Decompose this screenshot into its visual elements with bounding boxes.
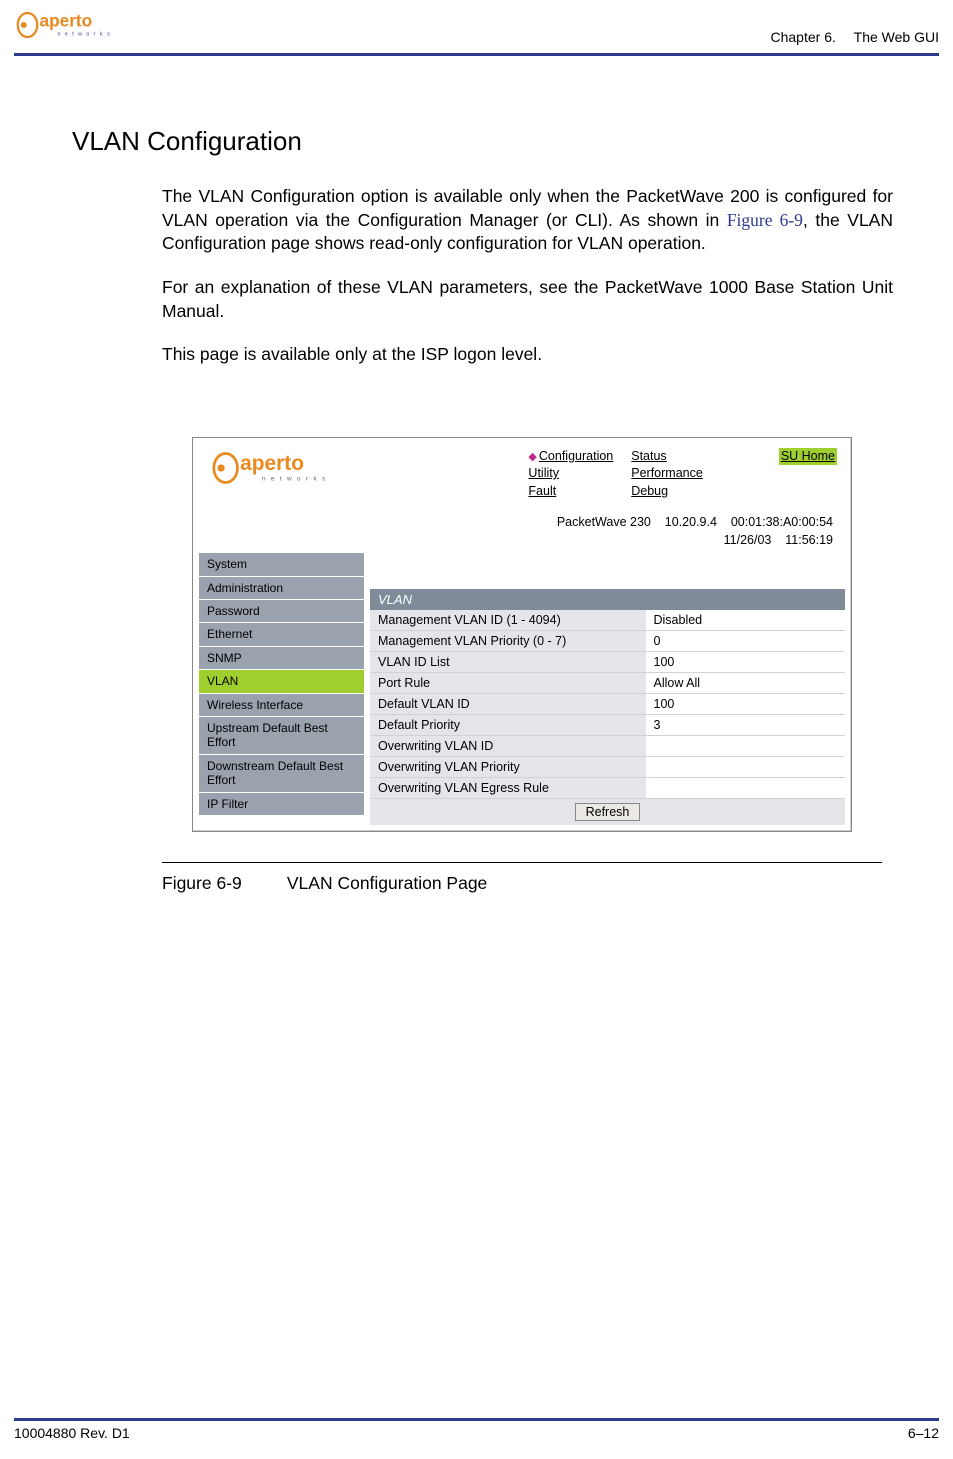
figure-caption: Figure 6-9 VLAN Configuration Page	[162, 873, 893, 894]
svg-text:n e t w o r k s: n e t w o r k s	[262, 475, 327, 482]
gui-sidebar: System Administration Password Ethernet …	[199, 553, 364, 825]
footer-page-number: 6–12	[908, 1425, 939, 1441]
vlan-row: Overwriting VLAN Egress Rule	[370, 778, 845, 799]
refresh-row: Refresh	[370, 799, 845, 825]
figure-rule	[162, 862, 882, 863]
vlan-row-label: Overwriting VLAN ID	[370, 736, 646, 756]
figure-reference-link[interactable]: Figure 6-9	[727, 210, 803, 230]
nav-link-su-home[interactable]: SU Home	[779, 448, 837, 466]
status-date: 11/26/03	[724, 533, 772, 547]
vlan-row-value	[646, 757, 846, 777]
status-mac: 00:01:38:A0:00:54	[731, 515, 833, 529]
aperto-logo-top: aperto n e t w o r k s	[14, 8, 134, 47]
vlan-row: VLAN ID List 100	[370, 652, 845, 673]
section-title: VLAN Configuration	[72, 126, 893, 157]
vlan-row: Management VLAN ID (1 - 4094) Disabled	[370, 610, 845, 631]
vlan-row-value: Disabled	[646, 610, 846, 630]
embedded-gui-screenshot: aperto n e t w o r k s ◆Configuration Ut…	[192, 437, 852, 833]
svg-text:n e t w o r k s: n e t w o r k s	[58, 32, 112, 38]
vlan-row-label: Port Rule	[370, 673, 646, 693]
nav-link-configuration[interactable]: Configuration	[539, 449, 613, 463]
sidebar-item-wireless-interface[interactable]: Wireless Interface	[199, 694, 364, 717]
status-ip: 10.20.9.4	[665, 515, 717, 529]
nav-col-1: ◆Configuration Utility Fault	[528, 448, 613, 501]
sidebar-item-vlan[interactable]: VLAN	[199, 670, 364, 693]
vlan-row-value	[646, 736, 846, 756]
vlan-row-value	[646, 778, 846, 798]
sidebar-item-downstream-default-best-effort[interactable]: Downstream Default Best Effort	[199, 755, 364, 793]
vlan-panel-header: VLAN	[370, 589, 845, 610]
chapter-title: The Web GUI	[854, 29, 939, 45]
nav-link-status[interactable]: Status	[631, 448, 703, 466]
figure-number: Figure 6-9	[162, 873, 282, 894]
aperto-logo-gui: aperto n e t w o r k s	[207, 448, 357, 491]
page-footer: 10004880 Rev. D1 6–12	[14, 1418, 939, 1441]
vlan-row: Default Priority 3	[370, 715, 845, 736]
vlan-row-label: Default VLAN ID	[370, 694, 646, 714]
chapter-breadcrumb: Chapter 6. The Web GUI	[771, 29, 940, 47]
figure-caption-text: VLAN Configuration Page	[287, 873, 487, 893]
vlan-row-value: 0	[646, 631, 846, 651]
nav-col-2: Status Performance Debug	[631, 448, 703, 501]
vlan-row: Port Rule Allow All	[370, 673, 845, 694]
vlan-row-label: Management VLAN ID (1 - 4094)	[370, 610, 646, 630]
vlan-row-value: 100	[646, 694, 846, 714]
sidebar-item-upstream-default-best-effort[interactable]: Upstream Default Best Effort	[199, 717, 364, 755]
body-paragraph-3: This page is available only at the ISP l…	[162, 343, 893, 367]
vlan-row-label: Overwriting VLAN Priority	[370, 757, 646, 777]
nav-link-debug[interactable]: Debug	[631, 483, 703, 501]
active-nav-marker-icon: ◆	[528, 451, 536, 463]
sidebar-item-ip-filter[interactable]: IP Filter	[199, 793, 364, 816]
gui-top-nav: aperto n e t w o r k s ◆Configuration Ut…	[199, 444, 845, 511]
refresh-button[interactable]: Refresh	[575, 803, 641, 821]
body-paragraph-2: For an explanation of these VLAN paramet…	[162, 276, 893, 323]
vlan-row: Default VLAN ID 100	[370, 694, 845, 715]
sidebar-item-snmp[interactable]: SNMP	[199, 647, 364, 670]
vlan-row-label: VLAN ID List	[370, 652, 646, 672]
vlan-row-value: 3	[646, 715, 846, 735]
gui-status-bar: PacketWave 230 10.20.9.4 00:01:38:A0:00:…	[199, 510, 845, 553]
nav-link-utility[interactable]: Utility	[528, 465, 613, 483]
vlan-row-value: Allow All	[646, 673, 846, 693]
nav-link-fault[interactable]: Fault	[528, 483, 613, 501]
vlan-row-value: 100	[646, 652, 846, 672]
vlan-row-label: Overwriting VLAN Egress Rule	[370, 778, 646, 798]
vlan-row: Management VLAN Priority (0 - 7) 0	[370, 631, 845, 652]
sidebar-item-system[interactable]: System	[199, 553, 364, 576]
vlan-row-label: Management VLAN Priority (0 - 7)	[370, 631, 646, 651]
svg-text:aperto: aperto	[40, 11, 93, 31]
sidebar-item-ethernet[interactable]: Ethernet	[199, 623, 364, 646]
gui-main-panel: VLAN Management VLAN ID (1 - 4094) Disab…	[364, 553, 845, 825]
page-header: aperto n e t w o r k s Chapter 6. The We…	[0, 0, 953, 51]
sidebar-item-administration[interactable]: Administration	[199, 577, 364, 600]
footer-doc-id: 10004880 Rev. D1	[14, 1425, 130, 1441]
chapter-number: Chapter 6.	[771, 29, 836, 45]
vlan-row-label: Default Priority	[370, 715, 646, 735]
sidebar-item-password[interactable]: Password	[199, 600, 364, 623]
nav-link-performance[interactable]: Performance	[631, 465, 703, 483]
body-paragraph-1: The VLAN Configuration option is availab…	[162, 185, 893, 256]
status-device: PacketWave 230	[557, 515, 651, 529]
vlan-row: Overwriting VLAN Priority	[370, 757, 845, 778]
footer-rule	[14, 1418, 939, 1421]
vlan-row: Overwriting VLAN ID	[370, 736, 845, 757]
status-time: 11:56:19	[785, 533, 833, 547]
svg-text:aperto: aperto	[240, 452, 304, 475]
